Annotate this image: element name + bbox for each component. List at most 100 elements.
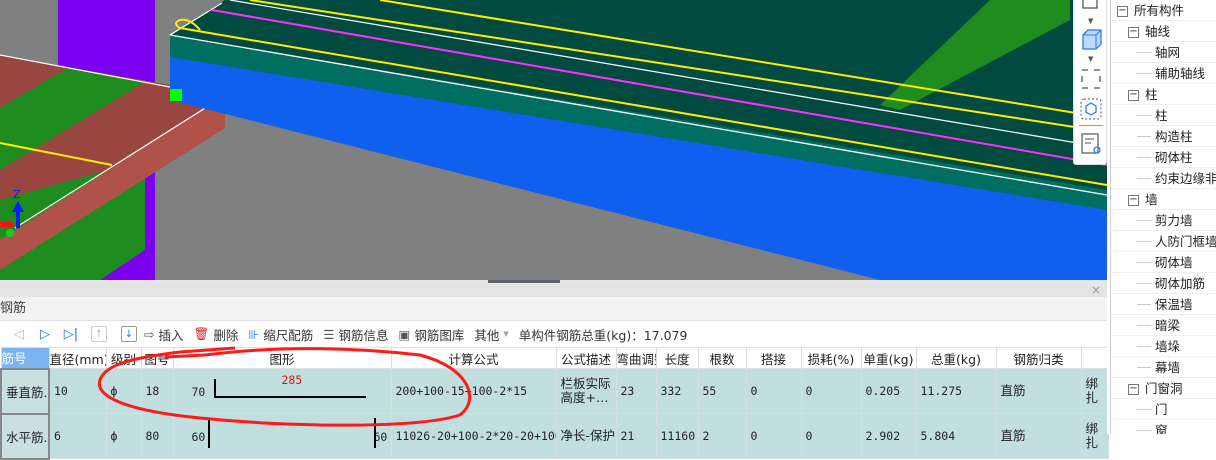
display-settings-icon[interactable] bbox=[1079, 132, 1103, 156]
column-header[interactable]: 弯曲调整 bbox=[615, 347, 657, 369]
tree-item[interactable]: − 轴线 bbox=[1111, 21, 1216, 42]
cell-grade[interactable]: ф bbox=[105, 413, 142, 459]
tree-item[interactable]: 幕墙 bbox=[1111, 357, 1216, 378]
tree-item[interactable]: 人防门框墙 bbox=[1111, 231, 1216, 252]
move-up-icon[interactable]: ↑ bbox=[91, 326, 107, 342]
table-row[interactable]: 水平筋.6ф80606011026-20+100-2*20-20+100-2净长… bbox=[0, 412, 1109, 460]
collapse-icon[interactable]: − bbox=[1128, 90, 1139, 101]
column-header[interactable]: 根数 bbox=[697, 347, 747, 369]
grip-point[interactable] bbox=[170, 89, 182, 101]
cell-type[interactable]: 直筋 bbox=[995, 368, 1082, 414]
tree-item[interactable]: 砌体加筋 bbox=[1111, 273, 1216, 294]
cell-fig[interactable]: 80 bbox=[140, 413, 174, 459]
cell-total_wt[interactable]: 11.275 bbox=[915, 368, 997, 414]
cell-formula[interactable]: 11026-20+100-2*20-20+100-2 bbox=[390, 413, 557, 459]
cube-outline-icon[interactable] bbox=[1079, 0, 1103, 16]
cell-count[interactable]: 2 bbox=[697, 413, 747, 459]
tree-item[interactable]: 柱 bbox=[1111, 105, 1216, 126]
column-header[interactable]: 搭接 bbox=[745, 347, 802, 369]
column-header[interactable]: 筋号 bbox=[0, 347, 50, 369]
cell-length[interactable]: 332 bbox=[655, 368, 699, 414]
collapse-icon[interactable]: − bbox=[1128, 384, 1139, 395]
dropdown-arrow-icon[interactable]: ▼ bbox=[1088, 55, 1093, 63]
cell-grade[interactable]: ф bbox=[105, 368, 142, 414]
tree-item[interactable]: − 墙 bbox=[1111, 189, 1216, 210]
tree-item[interactable]: 约束边缘非 bbox=[1111, 168, 1216, 189]
fit-frame-icon[interactable] bbox=[1079, 67, 1103, 91]
column-header[interactable]: 钢筋归类 bbox=[995, 347, 1082, 369]
axis-z-label: Z bbox=[13, 188, 21, 201]
cell-bind[interactable]: 绑扎 bbox=[1080, 413, 1109, 459]
scale-rebar-button[interactable]: ⊪ 缩尺配筋 bbox=[248, 325, 313, 344]
column-header[interactable]: 计算公式 bbox=[390, 347, 557, 369]
move-down-icon[interactable]: ↓ bbox=[121, 326, 137, 342]
cell-unit_wt[interactable]: 0.205 bbox=[860, 368, 917, 414]
cell-desc[interactable]: 栏板实际高度+… bbox=[555, 368, 617, 414]
tree-item[interactable]: 砌体柱 bbox=[1111, 147, 1216, 168]
tree-item[interactable]: 门 bbox=[1111, 399, 1216, 420]
tree-item[interactable]: 剪力墙 bbox=[1111, 210, 1216, 231]
cell-shape[interactable]: 70 285 bbox=[172, 368, 392, 414]
delete-button[interactable]: 🗑 删除 bbox=[194, 325, 239, 344]
view-3d-icon[interactable] bbox=[1079, 97, 1103, 121]
column-header[interactable]: 长度 bbox=[655, 347, 699, 369]
cell-lap[interactable]: 0 bbox=[745, 413, 802, 459]
cell-name[interactable]: 垂直筋. bbox=[0, 367, 50, 415]
cell-loss[interactable]: 0 bbox=[800, 413, 862, 459]
rebar-library-button[interactable]: ▣ 钢筋图库 bbox=[399, 325, 465, 344]
tree-item[interactable]: − 柱 bbox=[1111, 84, 1216, 105]
column-header[interactable]: 直径(mm) bbox=[48, 347, 107, 369]
splitter-handle[interactable] bbox=[488, 280, 560, 283]
column-header[interactable] bbox=[1080, 347, 1109, 369]
collapse-icon[interactable]: − bbox=[1128, 195, 1139, 206]
tree-item[interactable]: 构造柱 bbox=[1111, 126, 1216, 147]
cube-solid-icon[interactable] bbox=[1079, 28, 1103, 52]
cell-shape[interactable]: 60 60 bbox=[172, 413, 392, 459]
collapse-icon[interactable]: − bbox=[1128, 27, 1139, 38]
column-header[interactable]: 图形 bbox=[172, 347, 392, 369]
column-header[interactable]: 图号 bbox=[140, 347, 174, 369]
cell-bend[interactable]: 23 bbox=[615, 368, 657, 414]
cell-diameter[interactable]: 6 bbox=[48, 413, 107, 459]
table-row[interactable]: 垂直筋. 10 ф 18 70 285 200+100-15+100-2*15 栏板实际高度+… bbox=[0, 367, 1109, 415]
tree-item[interactable]: 轴网 bbox=[1111, 42, 1216, 63]
cell-total_wt[interactable]: 5.804 bbox=[915, 413, 997, 459]
rebar-info-button[interactable]: ☰ 钢筋信息 bbox=[323, 325, 388, 344]
cell-bind[interactable]: 绑扎 bbox=[1080, 368, 1109, 414]
prev-icon[interactable]: ◁ bbox=[6, 327, 32, 342]
other-dropdown[interactable]: 其他 ▼ bbox=[474, 325, 508, 344]
tree-item[interactable]: 砌体墙 bbox=[1111, 252, 1216, 273]
3d-viewport[interactable]: Z bbox=[0, 0, 1107, 280]
cell-name[interactable]: 水平筋. bbox=[0, 412, 50, 460]
column-header[interactable]: 级别 bbox=[105, 347, 142, 369]
collapse-icon[interactable]: − bbox=[1117, 6, 1128, 17]
cell-lap[interactable]: 0 bbox=[745, 368, 802, 414]
close-icon[interactable]: × bbox=[1091, 283, 1101, 297]
cell-loss[interactable]: 0 bbox=[800, 368, 862, 414]
cell-fig[interactable]: 18 bbox=[140, 368, 174, 414]
next-icon[interactable]: ▷ bbox=[32, 327, 58, 342]
column-header[interactable]: 单重(kg) bbox=[860, 347, 917, 369]
tree-item[interactable]: 墙垛 bbox=[1111, 336, 1216, 357]
tree-item[interactable]: 保温墙 bbox=[1111, 294, 1216, 315]
insert-button[interactable]: ⇨ 插入 bbox=[144, 325, 184, 344]
cell-length[interactable]: 11160 bbox=[655, 413, 699, 459]
tree-item[interactable]: 暗梁 bbox=[1111, 315, 1216, 336]
cell-desc[interactable]: 净长-保护 bbox=[555, 413, 617, 459]
dropdown-arrow-icon[interactable]: ▼ bbox=[1088, 17, 1093, 25]
tree-item-label: 暗梁 bbox=[1155, 318, 1181, 333]
cell-formula[interactable]: 200+100-15+100-2*15 bbox=[390, 368, 557, 414]
column-header[interactable]: 公式描述 bbox=[555, 347, 617, 369]
column-header[interactable]: 总重(kg) bbox=[915, 347, 997, 369]
tree-item[interactable]: 辅助轴线 bbox=[1111, 63, 1216, 84]
cell-unit_wt[interactable]: 2.902 bbox=[860, 413, 917, 459]
cell-count[interactable]: 55 bbox=[697, 368, 747, 414]
tree-item[interactable]: − 所有构件 bbox=[1111, 0, 1216, 21]
tree-item[interactable]: 窗 bbox=[1111, 420, 1216, 434]
cell-diameter[interactable]: 10 bbox=[48, 368, 107, 414]
cell-type[interactable]: 直筋 bbox=[995, 413, 1082, 459]
tree-item[interactable]: − 门窗洞 bbox=[1111, 378, 1216, 399]
cell-bend[interactable]: 21 bbox=[615, 413, 657, 459]
column-header[interactable]: 损耗(%) bbox=[800, 347, 862, 369]
last-icon[interactable]: ▷| bbox=[58, 327, 84, 342]
